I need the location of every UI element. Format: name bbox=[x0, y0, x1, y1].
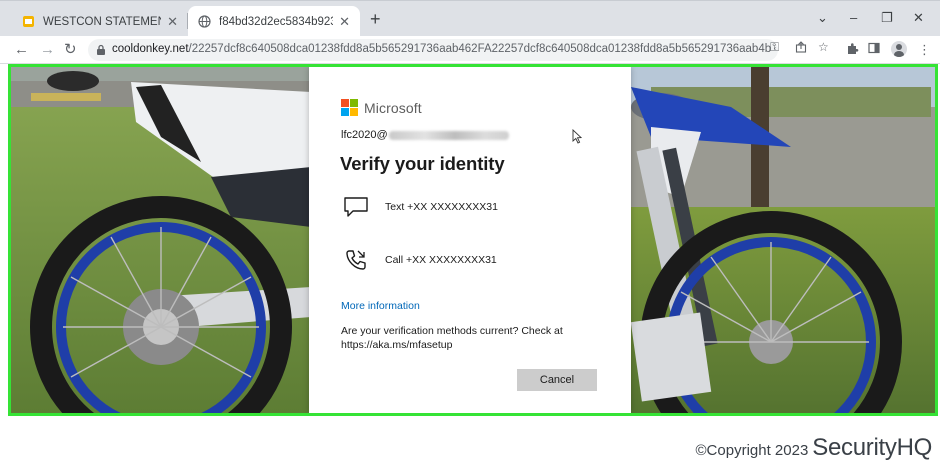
securityhq-logo-text: SecurityHQ bbox=[812, 434, 932, 461]
bookmark-star-icon[interactable]: ☆ bbox=[818, 41, 829, 54]
page-title: Verify your identity bbox=[340, 153, 505, 174]
logo-square-yellow bbox=[350, 108, 358, 116]
share-icon[interactable] bbox=[795, 41, 807, 56]
close-tab-icon[interactable]: ✕ bbox=[339, 14, 350, 30]
microsoft-squares-icon bbox=[341, 99, 358, 116]
mouse-cursor-icon bbox=[572, 128, 583, 149]
verify-option-text[interactable]: Text +XX XXXXXXXX31 bbox=[343, 195, 498, 219]
redacted-domain bbox=[388, 130, 509, 140]
minimize-button[interactable]: – bbox=[850, 9, 857, 27]
extensions-puzzle-icon[interactable] bbox=[846, 42, 859, 58]
phone-icon bbox=[343, 248, 369, 272]
verify-option-label: Text +XX XXXXXXXX31 bbox=[385, 201, 498, 213]
globe-icon bbox=[198, 15, 211, 28]
page-viewport: Microsoft lfc2020@ Verify your identity … bbox=[8, 64, 938, 416]
slides-icon bbox=[22, 15, 35, 28]
verify-option-call[interactable]: Call +XX XXXXXXXX31 bbox=[343, 248, 497, 272]
lock-icon[interactable] bbox=[96, 43, 106, 61]
verify-identity-dialog: Microsoft lfc2020@ Verify your identity … bbox=[309, 67, 631, 413]
tab-title: WESTCON STATEMENT - Google bbox=[43, 15, 161, 28]
verify-option-label: Call +XX XXXXXXXX31 bbox=[385, 254, 497, 266]
microsoft-wordmark: Microsoft bbox=[364, 99, 422, 116]
forward-button[interactable]: → bbox=[40, 41, 55, 59]
address-bar[interactable]: cooldonkey.net/22257dcf8c640508dca01238f… bbox=[88, 39, 778, 61]
browser-toolbar: ← → ↻ cooldonkey.net/22257dcf8c640508dca… bbox=[0, 36, 940, 64]
url-path: /22257dcf8c640508dca01238fdd8a5b56529173… bbox=[188, 43, 772, 55]
close-tab-icon[interactable]: ✕ bbox=[167, 14, 178, 30]
message-icon bbox=[343, 195, 369, 219]
side-panel-icon[interactable] bbox=[868, 42, 880, 57]
cancel-button[interactable]: Cancel bbox=[517, 369, 597, 391]
restore-button[interactable]: ❐ bbox=[881, 9, 893, 27]
account-identifier: lfc2020@ bbox=[341, 129, 509, 141]
logo-square-blue bbox=[341, 108, 349, 116]
account-prefix: lfc2020@ bbox=[341, 129, 388, 141]
url-text: cooldonkey.net/22257dcf8c640508dca01238f… bbox=[112, 43, 771, 55]
copyright-text: ©Copyright 2023 bbox=[695, 442, 809, 459]
copyright-footer: ©Copyright 2023 SecurityHQ bbox=[696, 434, 933, 462]
more-information-link[interactable]: More information bbox=[341, 300, 420, 312]
tab-active-phishing-page[interactable]: f84bd32d2ec5834b9233fd9035b ✕ bbox=[188, 6, 360, 37]
back-button[interactable]: ← bbox=[14, 41, 29, 59]
close-window-button[interactable]: ✕ bbox=[913, 9, 924, 27]
tab-westcon-statement[interactable]: WESTCON STATEMENT - Google ✕ bbox=[12, 6, 188, 37]
key-icon[interactable]: ⚿ bbox=[770, 41, 779, 54]
logo-square-green bbox=[350, 99, 358, 107]
tab-title: f84bd32d2ec5834b9233fd9035b bbox=[219, 15, 333, 28]
microsoft-logo: Microsoft bbox=[341, 99, 422, 116]
tab-search-chevron-icon[interactable]: ⌄ bbox=[817, 9, 828, 27]
more-menu-icon[interactable]: ⋮ bbox=[918, 42, 931, 57]
tab-strip: WESTCON STATEMENT - Google ✕ f84bd32d2ec… bbox=[0, 0, 940, 37]
logo-square-red bbox=[341, 99, 349, 107]
url-host: cooldonkey.net bbox=[112, 43, 189, 55]
mfa-setup-note: Are your verification methods current? C… bbox=[341, 325, 563, 351]
new-tab-button[interactable]: + bbox=[370, 9, 381, 29]
reload-button[interactable]: ↻ bbox=[64, 41, 77, 59]
profile-avatar-icon[interactable] bbox=[891, 41, 907, 57]
